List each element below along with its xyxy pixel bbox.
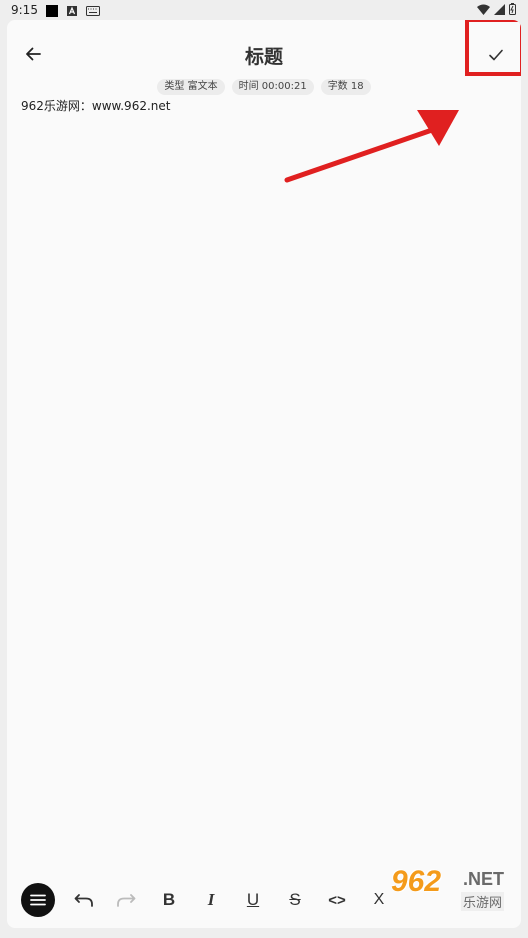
undo-icon (74, 894, 93, 907)
status-icons (477, 3, 516, 15)
chip-word-count: 字数 18 (320, 79, 371, 95)
italic-button[interactable]: I (194, 883, 228, 917)
chip-type: 类型 富文本 (157, 79, 225, 95)
code-button[interactable]: <> (320, 883, 354, 917)
annotation-arrow-icon (284, 110, 459, 183)
page-title: 标题 (244, 46, 283, 68)
status-bar: 9:15 (0, 0, 528, 20)
status-time: 9:15 (11, 3, 38, 17)
rich-text-editor[interactable]: 962乐游网：www.962.net (21, 97, 507, 114)
menu-icon (21, 883, 55, 917)
check-icon (489, 49, 503, 61)
bold-button[interactable]: B (152, 883, 186, 917)
redo-button[interactable] (109, 883, 143, 917)
save-confirm-button[interactable] (481, 40, 511, 70)
font-notification-icon (66, 5, 78, 17)
redo-icon (117, 894, 136, 907)
signal-icon (494, 3, 505, 15)
undo-button[interactable] (67, 883, 101, 917)
editor-screen: 标题 类型 富文本 时间 00:00:21 字数 18 962乐游网：www.9… (7, 20, 521, 928)
chip-time: 时间 00:00:21 (231, 79, 314, 95)
format-toolbar: B I U S <> X (7, 879, 521, 921)
battery-icon (509, 3, 516, 15)
subscript-button[interactable]: X (362, 883, 396, 917)
keyboard-icon (86, 5, 100, 17)
note-meta-chips: 类型 富文本 时间 00:00:21 字数 18 (7, 79, 521, 95)
underline-button[interactable]: U (236, 883, 270, 917)
notification-icon (46, 5, 58, 17)
wifi-icon (477, 4, 490, 15)
menu-button[interactable] (21, 883, 55, 917)
strikethrough-button[interactable]: S (278, 883, 312, 917)
